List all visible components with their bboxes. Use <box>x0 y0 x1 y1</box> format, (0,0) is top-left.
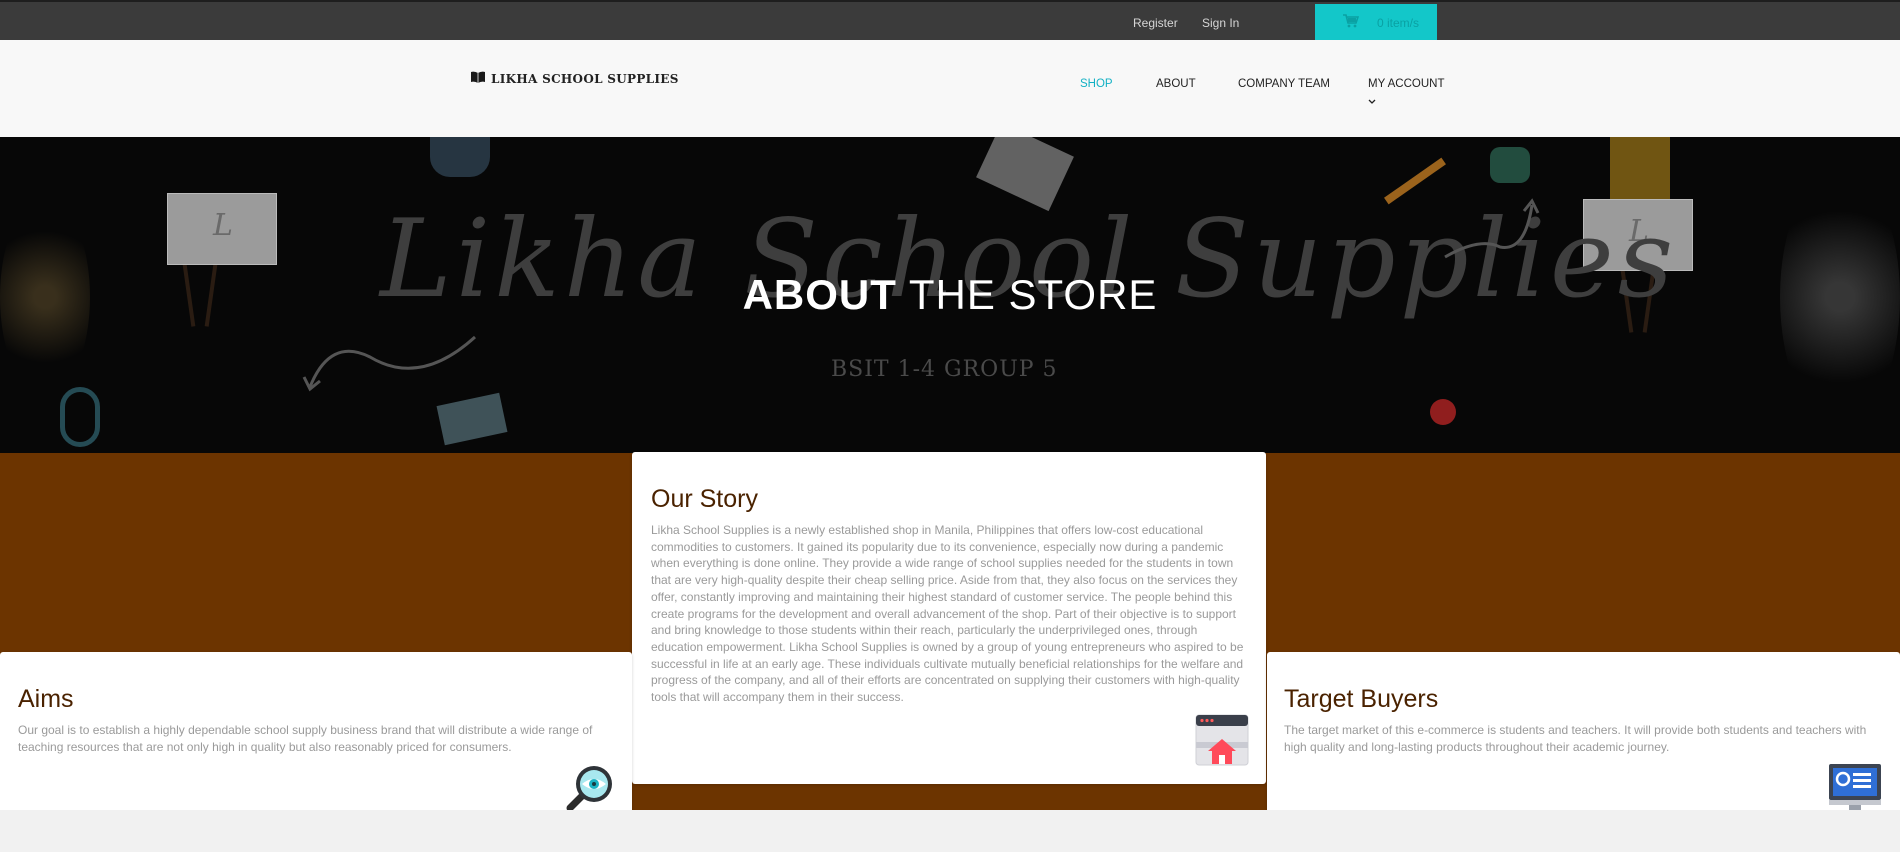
cart-button[interactable]: 0 item/s <box>1315 4 1437 42</box>
title-rest: THE STORE <box>908 271 1158 318</box>
nav-item-company-team[interactable]: COMPANY TEAM <box>1238 78 1330 90</box>
arrow-right-icon <box>1444 198 1540 259</box>
top-bar: Register Sign In 0 item/s <box>0 0 1900 42</box>
cart-count: 0 item/s <box>1377 16 1420 30</box>
our-story-card: Our Story Likha School Supplies is a new… <box>632 452 1266 784</box>
page-footer-strip <box>0 810 1900 852</box>
target-buyers-text: The target market of this e-commerce is … <box>1284 723 1867 754</box>
apple-image <box>1430 399 1456 425</box>
easel-letter: L <box>213 208 233 243</box>
notepad-image <box>436 392 508 446</box>
target-buyers-title: Target Buyers <box>1284 685 1439 713</box>
title-bold: ABOUT <box>742 271 897 318</box>
site-logo[interactable]: LIKHA SCHOOL SUPPLIES <box>471 70 679 88</box>
easel-left-image: L <box>167 193 277 265</box>
register-link[interactable]: Register <box>1133 16 1178 30</box>
chevron-down-icon[interactable] <box>1368 92 1376 110</box>
nav-item-my-account[interactable]: MY ACCOUNT <box>1368 78 1444 90</box>
our-story-title: Our Story <box>651 485 758 513</box>
book-icon <box>471 70 485 88</box>
backpack-image <box>430 137 490 177</box>
nav-item-shop[interactable]: SHOP <box>1080 78 1113 90</box>
hero-banner: L L Likha School Supplies ABOUT THE STOR… <box>0 137 1900 453</box>
main-navbar: LIKHA SCHOOL SUPPLIES SHOP ABOUT COMPANY… <box>0 40 1900 137</box>
aims-card: Aims Our goal is to establish a highly d… <box>0 652 632 834</box>
aims-title: Aims <box>18 685 74 713</box>
cart-icon <box>1343 13 1360 33</box>
aims-text: Our goal is to establish a highly depend… <box>18 723 593 754</box>
our-story-text: Likha School Supplies is a newly establi… <box>651 523 1244 705</box>
sharpener-image <box>1490 147 1530 183</box>
page-title: ABOUT THE STORE <box>0 271 1900 319</box>
nav-item-about[interactable]: ABOUT <box>1156 78 1196 90</box>
hero-subtitle: BSIT 1-4 GROUP 5 <box>831 357 1058 382</box>
logo-text: LIKHA SCHOOL SUPPLIES <box>491 72 679 86</box>
target-buyers-card: Target Buyers The target market of this … <box>1267 652 1900 834</box>
arrow-left-icon <box>302 335 477 392</box>
paperclip-image <box>60 387 100 447</box>
web-store-icon <box>1195 714 1249 771</box>
sign-in-link[interactable]: Sign In <box>1202 16 1239 30</box>
